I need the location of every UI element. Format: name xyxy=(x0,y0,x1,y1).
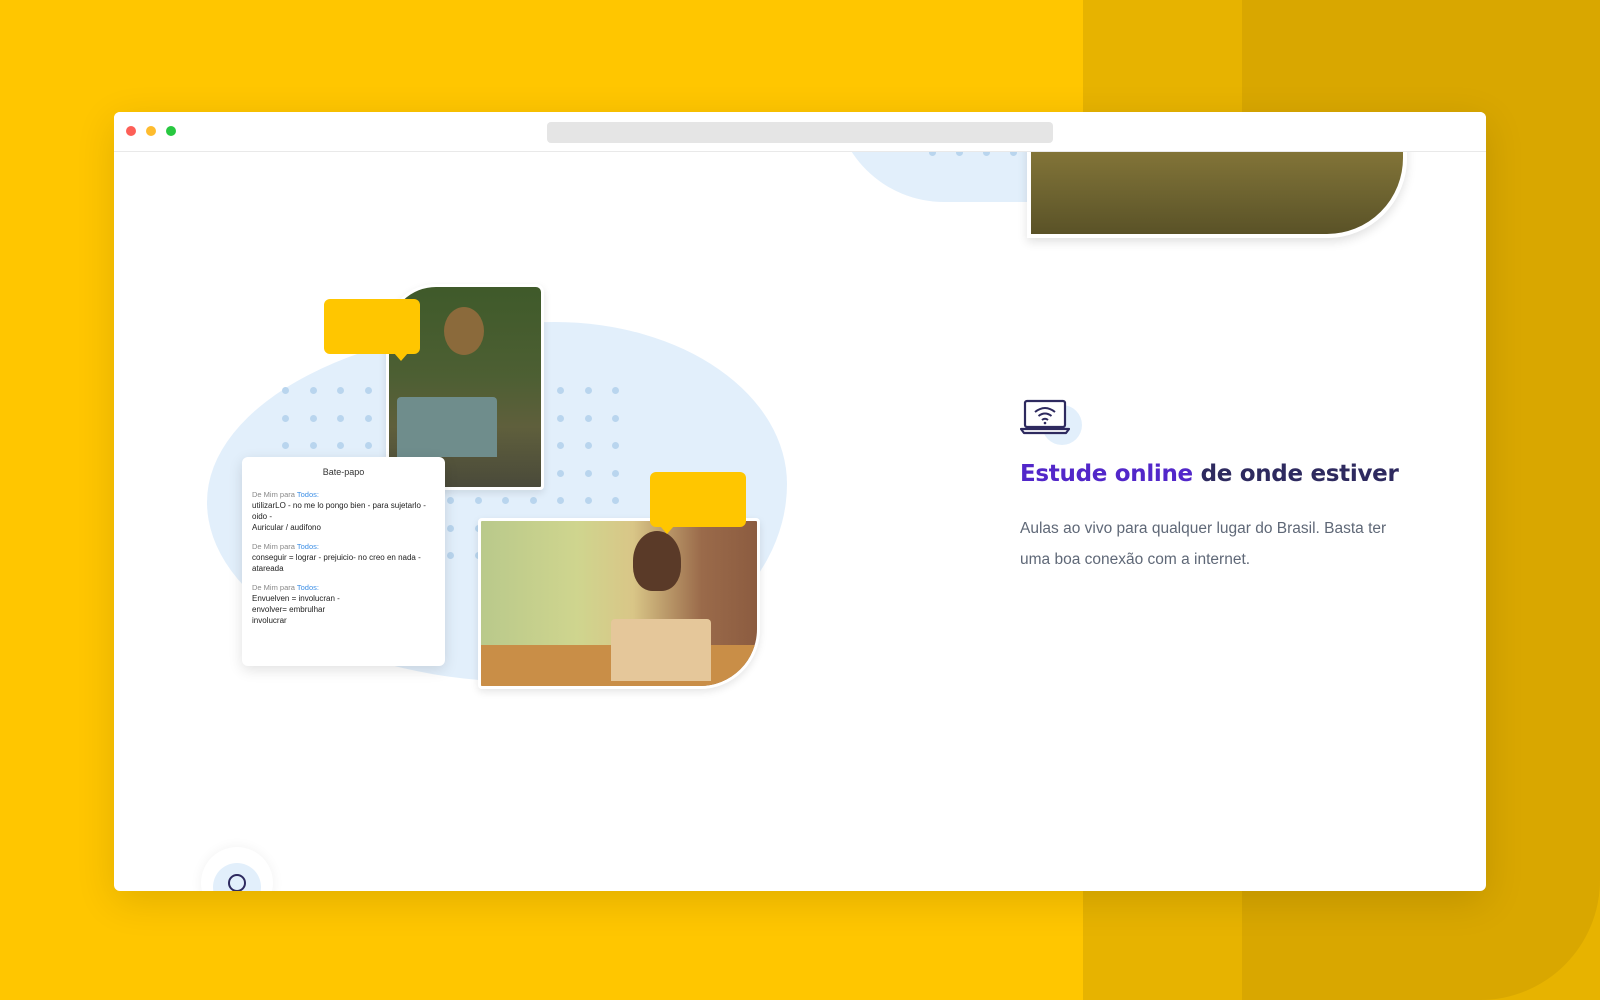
minimize-window-button[interactable] xyxy=(146,126,156,136)
speech-bubble xyxy=(324,299,420,361)
close-window-button[interactable] xyxy=(126,126,136,136)
feature-title-rest: de onde estiver xyxy=(1192,461,1399,487)
page-content: Bate-papo De Mim para Todos: utilizarLO … xyxy=(114,152,1486,891)
group-classroom-photo xyxy=(1027,152,1407,238)
speech-bubble xyxy=(650,472,746,534)
chat-message: De Mim para Todos: conseguir = lograr - … xyxy=(252,542,421,573)
title-bar xyxy=(114,112,1486,152)
feature-title-accent: Estude online xyxy=(1020,461,1193,487)
next-feature-badge xyxy=(201,847,273,891)
chat-title: Bate-papo xyxy=(322,467,365,477)
feature-title: Estude online de onde estiver xyxy=(1020,461,1399,487)
chat-panel: Bate-papo De Mim para Todos: utilizarLO … xyxy=(242,457,445,666)
feature-description: Aulas ao vivo para qualquer lugar do Bra… xyxy=(1020,520,1387,568)
laptop-wifi-icon xyxy=(1020,399,1084,447)
browser-window: Bate-papo De Mim para Todos: utilizarLO … xyxy=(114,112,1486,891)
search-icon xyxy=(228,874,246,891)
address-bar[interactable] xyxy=(547,122,1053,143)
student-woman-photo xyxy=(478,518,760,689)
chat-message: De Mim para Todos: utilizarLO - no me lo… xyxy=(252,490,426,532)
maximize-window-button[interactable] xyxy=(166,126,176,136)
chat-message: De Mim para Todos: Envuelven = involucra… xyxy=(252,583,340,625)
